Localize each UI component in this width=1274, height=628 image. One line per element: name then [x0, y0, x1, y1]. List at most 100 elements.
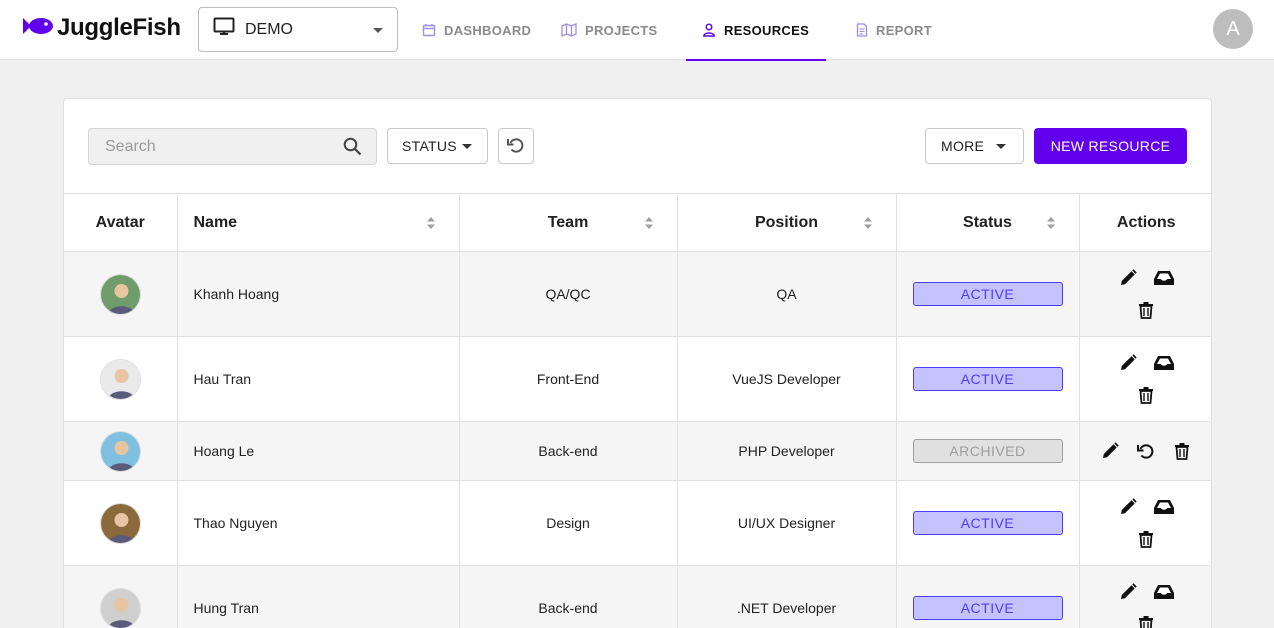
status-badge: ARCHIVED [912, 439, 1063, 463]
team-cell: Back-end [458, 565, 677, 628]
actions-cell [1078, 565, 1211, 628]
edit-icon[interactable] [1117, 267, 1139, 289]
table-row[interactable]: Hung Tran Back-end .NET Developer ACTIVE [64, 565, 1211, 628]
chevron-down-icon [996, 144, 1006, 149]
refresh-icon [506, 135, 526, 158]
project-select[interactable]: DEMO [198, 7, 398, 52]
status-cell: ACTIVE [895, 480, 1079, 566]
table-row[interactable]: Khanh Hoang QA/QC QA ACTIVE [64, 251, 1211, 337]
table-header-row: Avatar Name Team Position Status Actions [64, 193, 1211, 252]
sort-icon[interactable] [863, 216, 873, 235]
status-filter-button[interactable]: STATUS [387, 128, 488, 164]
actions-cell [1078, 251, 1211, 337]
top-bar: JuggleFish DEMO DASHBOARD PROJECTS RESOU… [0, 0, 1274, 61]
archive-icon[interactable] [1153, 267, 1175, 289]
avatar-cell [64, 421, 177, 481]
search-input[interactable] [89, 129, 329, 164]
status-cell: ACTIVE [895, 336, 1079, 422]
status-filter-label: STATUS [402, 138, 457, 154]
monitor-icon [213, 17, 235, 42]
edit-icon[interactable] [1117, 581, 1139, 603]
document-icon [856, 23, 868, 37]
name-cell: Khanh Hoang [176, 251, 459, 337]
sort-icon[interactable] [644, 216, 654, 235]
status-badge: ACTIVE [912, 511, 1063, 535]
nav-report[interactable]: REPORT [826, 0, 950, 60]
edit-icon[interactable] [1099, 440, 1121, 462]
nav-projects-label: PROJECTS [585, 22, 658, 38]
person-icon [702, 23, 716, 37]
team-cell: Front-End [458, 336, 677, 422]
status-cell: ACTIVE [895, 565, 1079, 628]
nav-dashboard-label: DASHBOARD [444, 22, 532, 38]
archive-icon[interactable] [1153, 496, 1175, 518]
col-team-header[interactable]: Team [458, 193, 677, 252]
col-position-label: Position [754, 213, 819, 231]
table-row[interactable]: Thao Nguyen Design UI/UX Designer ACTIVE [64, 480, 1211, 566]
nav-dashboard[interactable]: DASHBOARD [406, 0, 545, 60]
actions-cell [1078, 336, 1211, 422]
status-cell: ARCHIVED [895, 421, 1079, 481]
trash-icon[interactable] [1135, 299, 1157, 321]
nav-projects[interactable]: PROJECTS [545, 0, 686, 60]
col-status-header[interactable]: Status [895, 193, 1079, 252]
status-badge: ACTIVE [912, 367, 1063, 391]
col-name-header[interactable]: Name [176, 193, 459, 252]
avatar-cell [64, 565, 177, 628]
chevron-down-icon [462, 144, 472, 149]
table-row[interactable]: Hau Tran Front-End VueJS Developer ACTIVE [64, 336, 1211, 422]
table-row[interactable]: Hoang Le Back-end PHP Developer ARCHIVED [64, 421, 1211, 481]
col-actions-header: Actions [1078, 193, 1211, 252]
new-resource-button[interactable]: NEW RESOURCE [1034, 128, 1187, 164]
status-badge: ACTIVE [912, 282, 1063, 306]
restore-icon[interactable] [1135, 440, 1157, 462]
fish-icon [21, 15, 53, 42]
avatar-cell [64, 336, 177, 422]
sort-icon[interactable] [426, 216, 436, 235]
team-cell: Design [458, 480, 677, 566]
app-logo[interactable]: JuggleFish [21, 14, 181, 42]
position-cell: .NET Developer [676, 565, 896, 628]
resources-table: Avatar Name Team Position Status Actions… [64, 193, 1211, 628]
reset-filters-button[interactable] [498, 128, 534, 164]
position-cell: VueJS Developer [676, 336, 896, 422]
avatar [99, 358, 141, 400]
chevron-down-icon [373, 28, 383, 33]
name-cell: Hung Tran [176, 565, 459, 628]
position-cell: QA [676, 251, 896, 337]
archive-icon[interactable] [1153, 352, 1175, 374]
nav-resources-label: RESOURCES [724, 22, 810, 38]
more-button[interactable]: MORE [925, 128, 1024, 164]
avatar [99, 430, 141, 472]
trash-icon[interactable] [1171, 440, 1193, 462]
team-cell: QA/QC [458, 251, 677, 337]
more-label: MORE [941, 138, 985, 154]
search-icon[interactable] [343, 137, 362, 161]
app-name: JuggleFish [57, 14, 181, 41]
search-box [88, 128, 377, 165]
edit-icon[interactable] [1117, 496, 1139, 518]
archive-icon[interactable] [1153, 581, 1175, 603]
trash-icon[interactable] [1135, 613, 1157, 628]
status-badge: ACTIVE [912, 596, 1063, 620]
col-name-label: Name [193, 213, 238, 231]
nav-resources[interactable]: RESOURCES [686, 0, 826, 61]
name-cell: Thao Nguyen [176, 480, 459, 566]
actions-cell [1078, 421, 1211, 481]
edit-icon[interactable] [1117, 352, 1139, 374]
position-cell: UI/UX Designer [676, 480, 896, 566]
trash-icon[interactable] [1135, 528, 1157, 550]
position-cell: PHP Developer [676, 421, 896, 481]
team-cell: Back-end [458, 421, 677, 481]
main-nav: DASHBOARD PROJECTS RESOURCES REPORT [406, 0, 950, 61]
project-select-value: DEMO [245, 20, 293, 38]
col-status-label: Status [963, 213, 1012, 231]
actions-cell [1078, 480, 1211, 566]
trash-icon[interactable] [1135, 384, 1157, 406]
name-cell: Hoang Le [176, 421, 459, 481]
name-cell: Hau Tran [176, 336, 459, 422]
sort-icon[interactable] [1046, 216, 1056, 235]
user-avatar[interactable]: A [1213, 9, 1253, 49]
col-position-header[interactable]: Position [676, 193, 896, 252]
avatar-cell [64, 480, 177, 566]
